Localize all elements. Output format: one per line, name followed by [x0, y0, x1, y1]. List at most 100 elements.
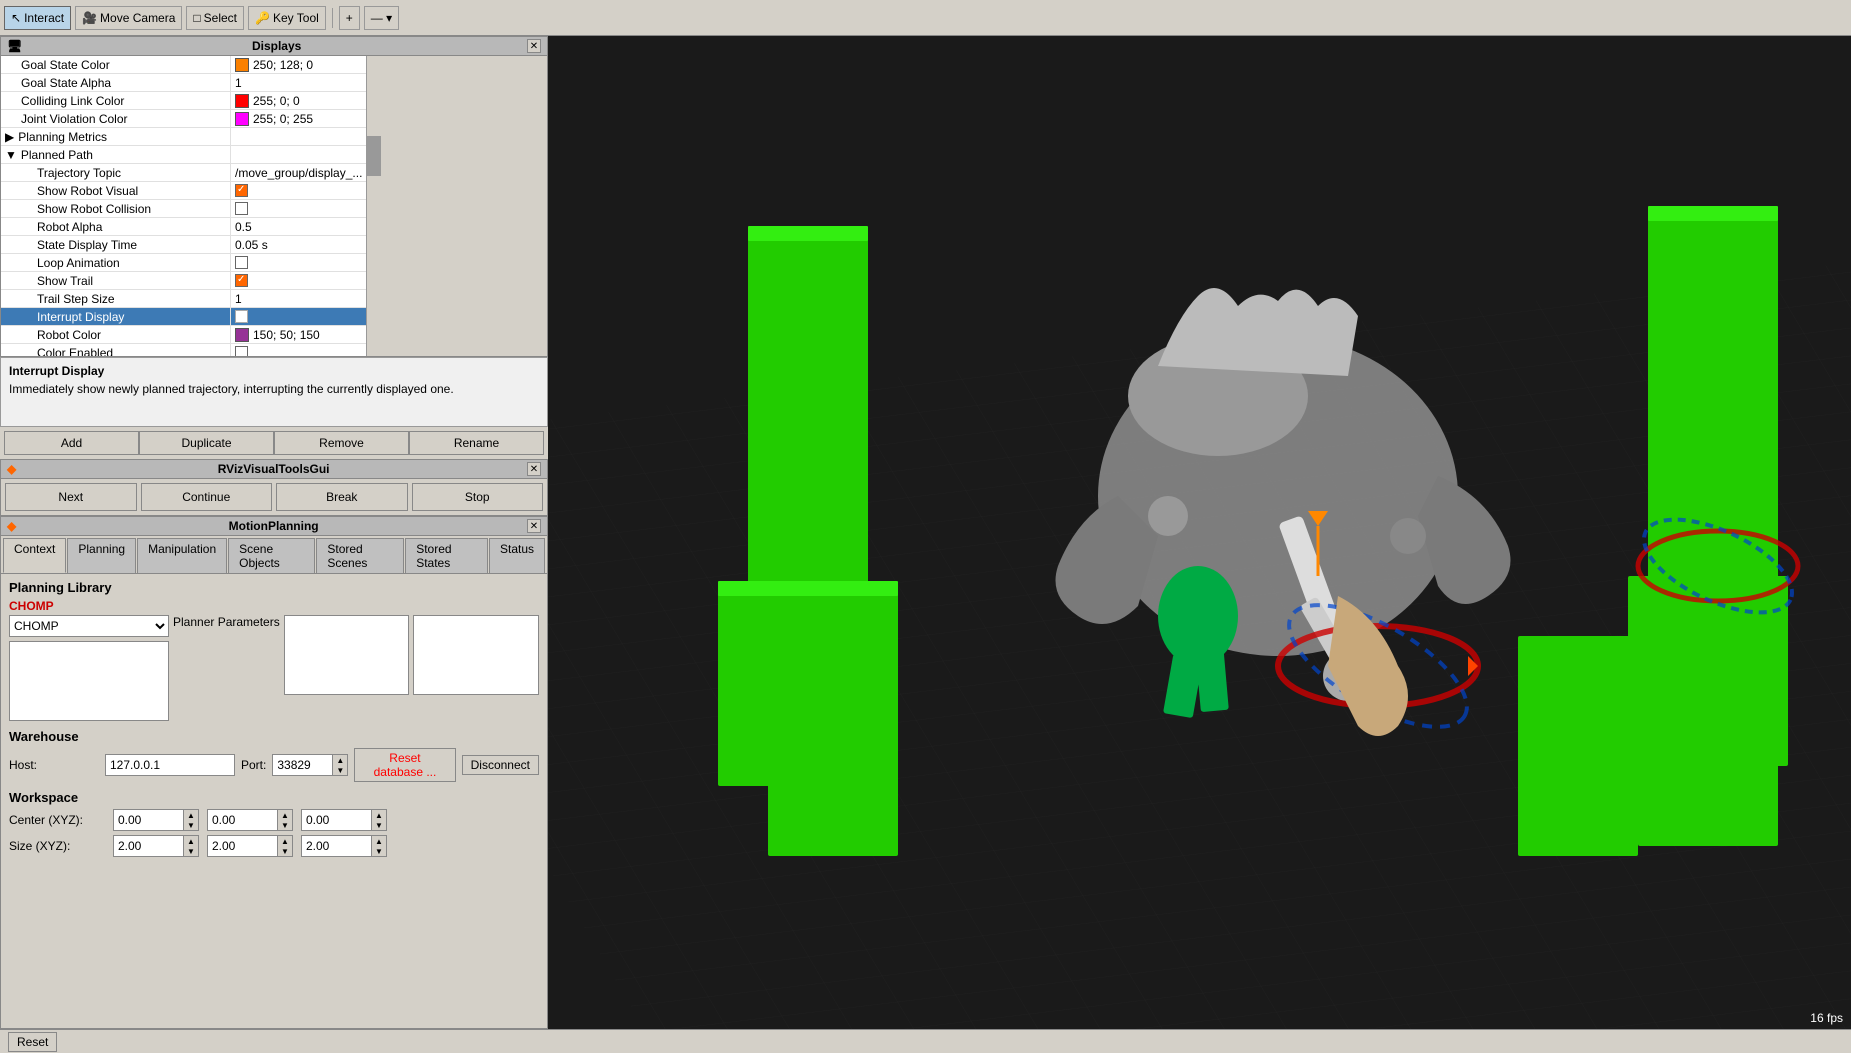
checkbox-interrupt-display[interactable] [235, 310, 248, 323]
tab-stored-states[interactable]: Stored States [405, 538, 488, 573]
prop-value[interactable] [231, 254, 366, 271]
port-spinbox[interactable]: ▲ ▼ [272, 754, 348, 776]
checkbox-show-trail[interactable] [235, 274, 248, 287]
remove-button[interactable]: Remove [274, 431, 409, 455]
rename-button[interactable]: Rename [409, 431, 544, 455]
stop-button[interactable]: Stop [412, 483, 544, 511]
planner-params: Planner Parameters [173, 615, 539, 695]
cz-spin[interactable]: ▲ ▼ [301, 809, 387, 831]
options-button[interactable]: — ▾ [364, 6, 399, 30]
prop-name[interactable]: ▶ Planning Metrics [1, 128, 231, 145]
toolbar-divider [332, 8, 333, 28]
tab-context[interactable]: Context [3, 538, 66, 573]
cx-input[interactable] [113, 809, 183, 831]
sx-down[interactable]: ▼ [184, 846, 198, 856]
description-box: Interrupt Display Immediately show newly… [0, 357, 548, 427]
sy-up[interactable]: ▲ [278, 836, 292, 846]
params-box-right[interactable] [413, 615, 539, 695]
sy-spin[interactable]: ▲ ▼ [207, 835, 293, 857]
sy-input[interactable] [207, 835, 277, 857]
displays-close-button[interactable]: ✕ [527, 39, 541, 53]
reset-button[interactable]: Reset [8, 1032, 57, 1052]
prop-name: Interrupt Display [1, 308, 231, 325]
sy-down[interactable]: ▼ [278, 846, 292, 856]
checkbox-color-enabled[interactable] [235, 346, 248, 356]
viewport[interactable]: 16 fps [548, 36, 1851, 1029]
cx-spin[interactable]: ▲ ▼ [113, 809, 199, 831]
move-camera-button[interactable]: 🎥 Move Camera [75, 6, 182, 30]
interact-icon: ↖ [11, 11, 21, 25]
prop-name[interactable]: ▼ Planned Path [1, 146, 231, 163]
prop-value[interactable] [231, 200, 366, 217]
prop-value[interactable]: 255; 0; 255 [231, 110, 366, 127]
warehouse-fields: Host: Port: ▲ ▼ Reset database ... Disco… [9, 748, 539, 782]
prop-value[interactable]: 255; 0; 0 [231, 92, 366, 109]
cy-down[interactable]: ▼ [278, 820, 292, 830]
planner-list[interactable] [9, 641, 169, 721]
mp-close-button[interactable]: ✕ [527, 519, 541, 533]
key-tool-button[interactable]: 🔑 Key Tool [248, 6, 326, 30]
sz-up[interactable]: ▲ [372, 836, 386, 846]
sz-spin[interactable]: ▲ ▼ [301, 835, 387, 857]
tab-manipulation[interactable]: Manipulation [137, 538, 227, 573]
sz-down[interactable]: ▼ [372, 846, 386, 856]
expand-arrow[interactable]: ▶ [5, 130, 14, 144]
displays-icon: 🖥 [7, 39, 22, 53]
checkbox-show-robot-visual[interactable] [235, 184, 248, 197]
context-tab-content: Planning Library CHOMP CHOMP [1, 574, 547, 1028]
sx-up[interactable]: ▲ [184, 836, 198, 846]
planner-dropdown[interactable]: CHOMP [10, 616, 168, 636]
sx-spin[interactable]: ▲ ▼ [113, 835, 199, 857]
port-up[interactable]: ▲ [333, 755, 347, 765]
checkbox-loop-animation[interactable] [235, 256, 248, 269]
checkbox-show-robot-collision[interactable] [235, 202, 248, 215]
prop-trail-step-size: Trail Step Size 1 [1, 290, 366, 308]
scrollbar[interactable] [366, 56, 380, 356]
prop-value[interactable] [231, 308, 366, 325]
disconnect-button[interactable]: Disconnect [462, 755, 539, 775]
cx-down[interactable]: ▼ [184, 820, 198, 830]
next-button[interactable]: Next [5, 483, 137, 511]
expand-arrow-planned[interactable]: ▼ [5, 148, 17, 162]
prop-value[interactable] [231, 272, 366, 289]
prop-value[interactable]: 250; 128; 0 [231, 56, 366, 73]
cz-down[interactable]: ▼ [372, 820, 386, 830]
select-button[interactable]: □ Select [186, 6, 244, 30]
displays-header: 🖥 Displays ✕ [1, 37, 547, 56]
prop-value[interactable]: 150; 50; 150 [231, 326, 366, 343]
reset-database-button[interactable]: Reset database ... [354, 748, 455, 782]
prop-value[interactable] [231, 344, 366, 356]
tab-scene-objects[interactable]: Scene Objects [228, 538, 315, 573]
cy-input[interactable] [207, 809, 277, 831]
add-tool-button[interactable]: + [339, 6, 360, 30]
cz-input[interactable] [301, 809, 371, 831]
sz-input[interactable] [301, 835, 371, 857]
tab-status[interactable]: Status [489, 538, 545, 573]
duplicate-button[interactable]: Duplicate [139, 431, 274, 455]
host-input[interactable] [105, 754, 235, 776]
cy-up[interactable]: ▲ [278, 810, 292, 820]
params-box-left[interactable] [284, 615, 410, 695]
tab-stored-scenes[interactable]: Stored Scenes [316, 538, 404, 573]
color-swatch [235, 58, 249, 72]
size-label: Size (XYZ): [9, 839, 109, 853]
break-button[interactable]: Break [276, 483, 408, 511]
cx-up[interactable]: ▲ [184, 810, 198, 820]
interact-button[interactable]: ↖ Interact [4, 6, 71, 30]
scroll-thumb[interactable] [367, 136, 381, 176]
color-swatch [235, 94, 249, 108]
prop-name: Robot Color [1, 326, 231, 343]
prop-value[interactable] [231, 182, 366, 199]
cy-spin[interactable]: ▲ ▼ [207, 809, 293, 831]
cz-up[interactable]: ▲ [372, 810, 386, 820]
tab-planning[interactable]: Planning [67, 538, 136, 573]
rviz-close-button[interactable]: ✕ [527, 462, 541, 476]
prop-show-robot-collision: Show Robot Collision [1, 200, 366, 218]
prop-robot-alpha: Robot Alpha 0.5 [1, 218, 366, 236]
port-input[interactable] [272, 754, 332, 776]
continue-button[interactable]: Continue [141, 483, 273, 511]
add-button[interactable]: Add [4, 431, 139, 455]
planner-select[interactable]: CHOMP [9, 615, 169, 637]
port-down[interactable]: ▼ [333, 765, 347, 775]
sx-input[interactable] [113, 835, 183, 857]
